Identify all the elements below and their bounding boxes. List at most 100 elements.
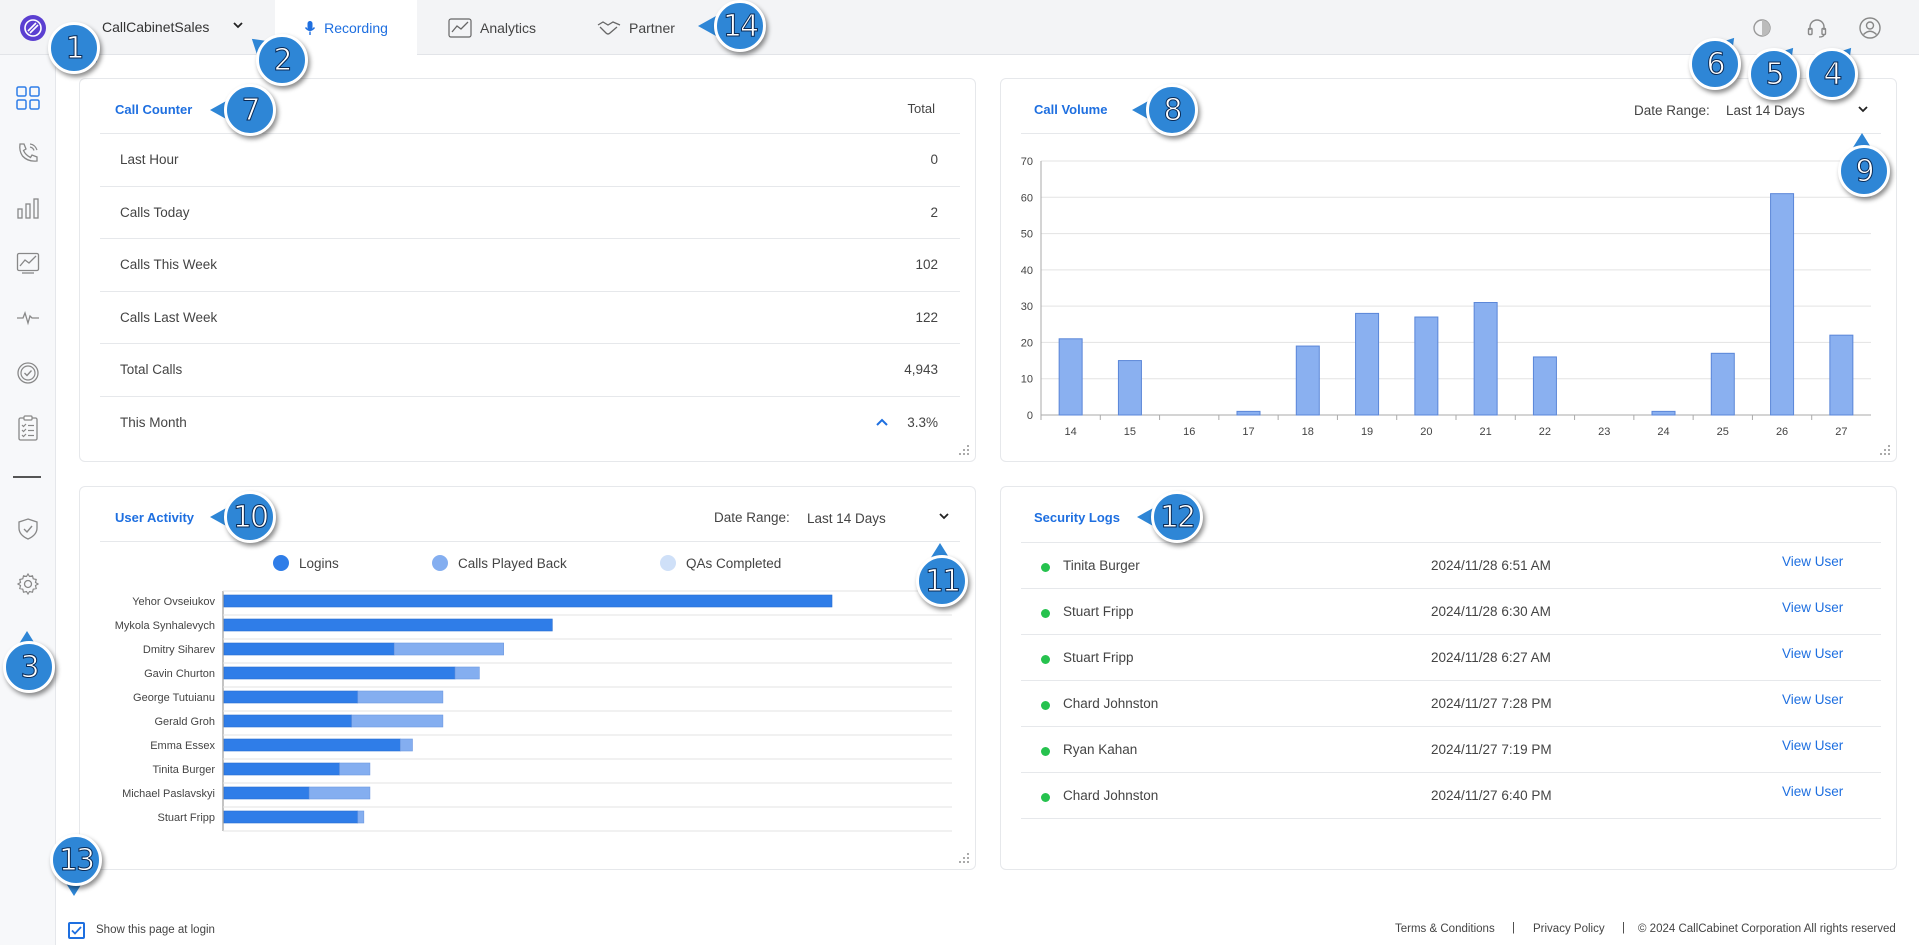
y-tick-label: George Tutuianu <box>133 692 215 704</box>
y-tick-label: 30 <box>1021 301 1033 313</box>
view-user-link[interactable]: View User <box>1782 554 1843 569</box>
row-value: 3.3% <box>907 414 938 430</box>
call-counter-table: Last Hour 0 Calls Today 2 Calls This Week 1… <box>100 133 960 448</box>
y-tick-label: Gerald Groh <box>154 716 215 728</box>
view-user-link[interactable]: View User <box>1782 646 1843 661</box>
resize-handle-icon[interactable] <box>1878 443 1892 457</box>
chart-bar-segment <box>223 762 340 776</box>
dashboard-grid-icon[interactable] <box>14 84 42 112</box>
tab-label: Analytics <box>480 19 537 36</box>
y-tick-label: 60 <box>1021 192 1033 204</box>
x-tick-label: 19 <box>1361 426 1373 438</box>
table-row: This Month 3.3% <box>100 395 960 449</box>
chart-bar <box>1532 356 1557 416</box>
y-tick-label: 40 <box>1021 265 1033 277</box>
show-at-login-checkbox[interactable] <box>68 922 85 939</box>
theme-toggle-icon[interactable] <box>1750 16 1774 40</box>
checkmark-icon <box>71 926 82 935</box>
month-value-group: 3.3% <box>875 415 938 430</box>
x-tick-label: 18 <box>1302 426 1314 438</box>
x-tick-label: 26 <box>1776 426 1788 438</box>
callout-badge: 12 <box>1137 491 1209 549</box>
organization-name[interactable]: CallCabinetSales <box>102 19 209 35</box>
sidebar-divider <box>13 476 41 478</box>
log-date: 2024/11/28 6:30 AM <box>1431 604 1551 619</box>
callout-number: 13 <box>58 842 95 878</box>
callout-number: 10 <box>232 499 269 535</box>
chart-bar <box>1651 410 1676 416</box>
table-row: Total Calls 4,943 <box>100 343 960 396</box>
user-account-icon[interactable] <box>1858 16 1882 40</box>
chart-bar <box>1770 193 1795 416</box>
callout-number: 9 <box>1855 153 1875 189</box>
table-row: Calls Last Week 122 <box>100 290 960 344</box>
chart-bar-segment <box>400 738 413 752</box>
callout-number: 1 <box>65 30 85 66</box>
view-user-link[interactable]: View User <box>1782 692 1843 707</box>
settings-gear-icon[interactable] <box>14 570 42 598</box>
chevron-down-icon[interactable] <box>232 18 244 34</box>
callout-badge: 4 <box>1806 41 1864 106</box>
x-tick-label: 20 <box>1420 426 1432 438</box>
x-tick-label: 15 <box>1124 426 1136 438</box>
y-tick-label: 20 <box>1021 337 1033 349</box>
check-circle-icon[interactable] <box>14 359 42 387</box>
y-tick-label: 70 <box>1021 156 1033 168</box>
callout-badge: 5 <box>1748 41 1806 106</box>
call-volume-chart: 0 10 20 30 40 50 60 70 14 15 16 17 18 19 20 21 22 23 24 25 2… <box>1021 156 1871 438</box>
y-tick-label: Michael Paslavskyi <box>122 788 215 800</box>
tab-partner[interactable]: Partner <box>597 0 675 55</box>
log-date: 2024/11/28 6:27 AM <box>1431 650 1551 665</box>
security-log-row: Stuart Fripp 2024/11/28 6:27 AM View User <box>1021 634 1881 680</box>
status-dot <box>1041 609 1050 618</box>
checklist-icon[interactable] <box>14 414 42 442</box>
resize-handle-icon[interactable] <box>957 851 971 865</box>
log-user-name: Chard Johnston <box>1063 788 1159 803</box>
row-label: Last Hour <box>120 152 179 168</box>
bar-chart-icon[interactable] <box>14 194 42 222</box>
chart-bar-segment <box>223 738 401 752</box>
x-tick-label: 14 <box>1065 426 1077 438</box>
chevron-up-icon <box>875 415 889 430</box>
resize-handle-icon[interactable] <box>957 443 971 457</box>
log-user-name: Chard Johnston <box>1063 696 1159 711</box>
status-dot <box>1041 563 1050 572</box>
trend-chart-icon[interactable] <box>14 249 42 277</box>
view-user-link[interactable]: View User <box>1782 784 1843 799</box>
row-value: 4,943 <box>904 362 938 378</box>
row-label: Calls Today <box>120 204 190 220</box>
callcabinet-logo-icon[interactable] <box>20 15 46 41</box>
row-label: This Month <box>120 414 187 430</box>
view-user-link[interactable]: View User <box>1782 738 1843 753</box>
row-label: Calls Last Week <box>120 309 218 325</box>
status-dot <box>1041 701 1050 710</box>
shield-check-icon[interactable] <box>14 515 42 543</box>
view-user-link[interactable]: View User <box>1782 600 1843 615</box>
show-at-login-label[interactable]: Show this page at login <box>96 924 215 936</box>
security-logs-card: Security Logs Tinita Burger 2024/11/28 6:… <box>1000 486 1897 870</box>
callout-number: 6 <box>1706 46 1726 82</box>
chart-bar <box>1473 302 1498 416</box>
phone-calls-icon[interactable] <box>14 139 42 167</box>
log-user-name: Ryan Kahan <box>1063 742 1138 757</box>
status-dot <box>1041 655 1050 664</box>
handshake-icon <box>597 19 621 37</box>
x-tick-label: 23 <box>1598 426 1610 438</box>
security-log-row: Ryan Kahan 2024/11/27 7:19 PM View User <box>1021 726 1881 772</box>
tab-analytics[interactable]: Analytics <box>448 0 536 55</box>
callout-number: 5 <box>1765 56 1785 92</box>
log-user-name: Stuart Fripp <box>1063 604 1134 619</box>
headset-support-icon[interactable] <box>1805 16 1829 40</box>
status-dot <box>1041 747 1050 756</box>
x-tick-label: 22 <box>1539 426 1551 438</box>
pulse-icon[interactable] <box>14 304 42 332</box>
chart-bar <box>1355 312 1380 416</box>
terms-link[interactable]: Terms & Conditions <box>1395 923 1495 935</box>
tab-label: Partner <box>629 19 675 36</box>
y-tick-label: 50 <box>1021 229 1033 241</box>
callout-badge: 3 <box>3 631 61 699</box>
security-log-row: Stuart Fripp 2024/11/28 6:30 AM View User <box>1021 588 1881 634</box>
y-tick-label: Stuart Fripp <box>158 812 215 824</box>
privacy-link[interactable]: Privacy Policy <box>1533 923 1605 935</box>
left-sidebar <box>0 55 56 945</box>
